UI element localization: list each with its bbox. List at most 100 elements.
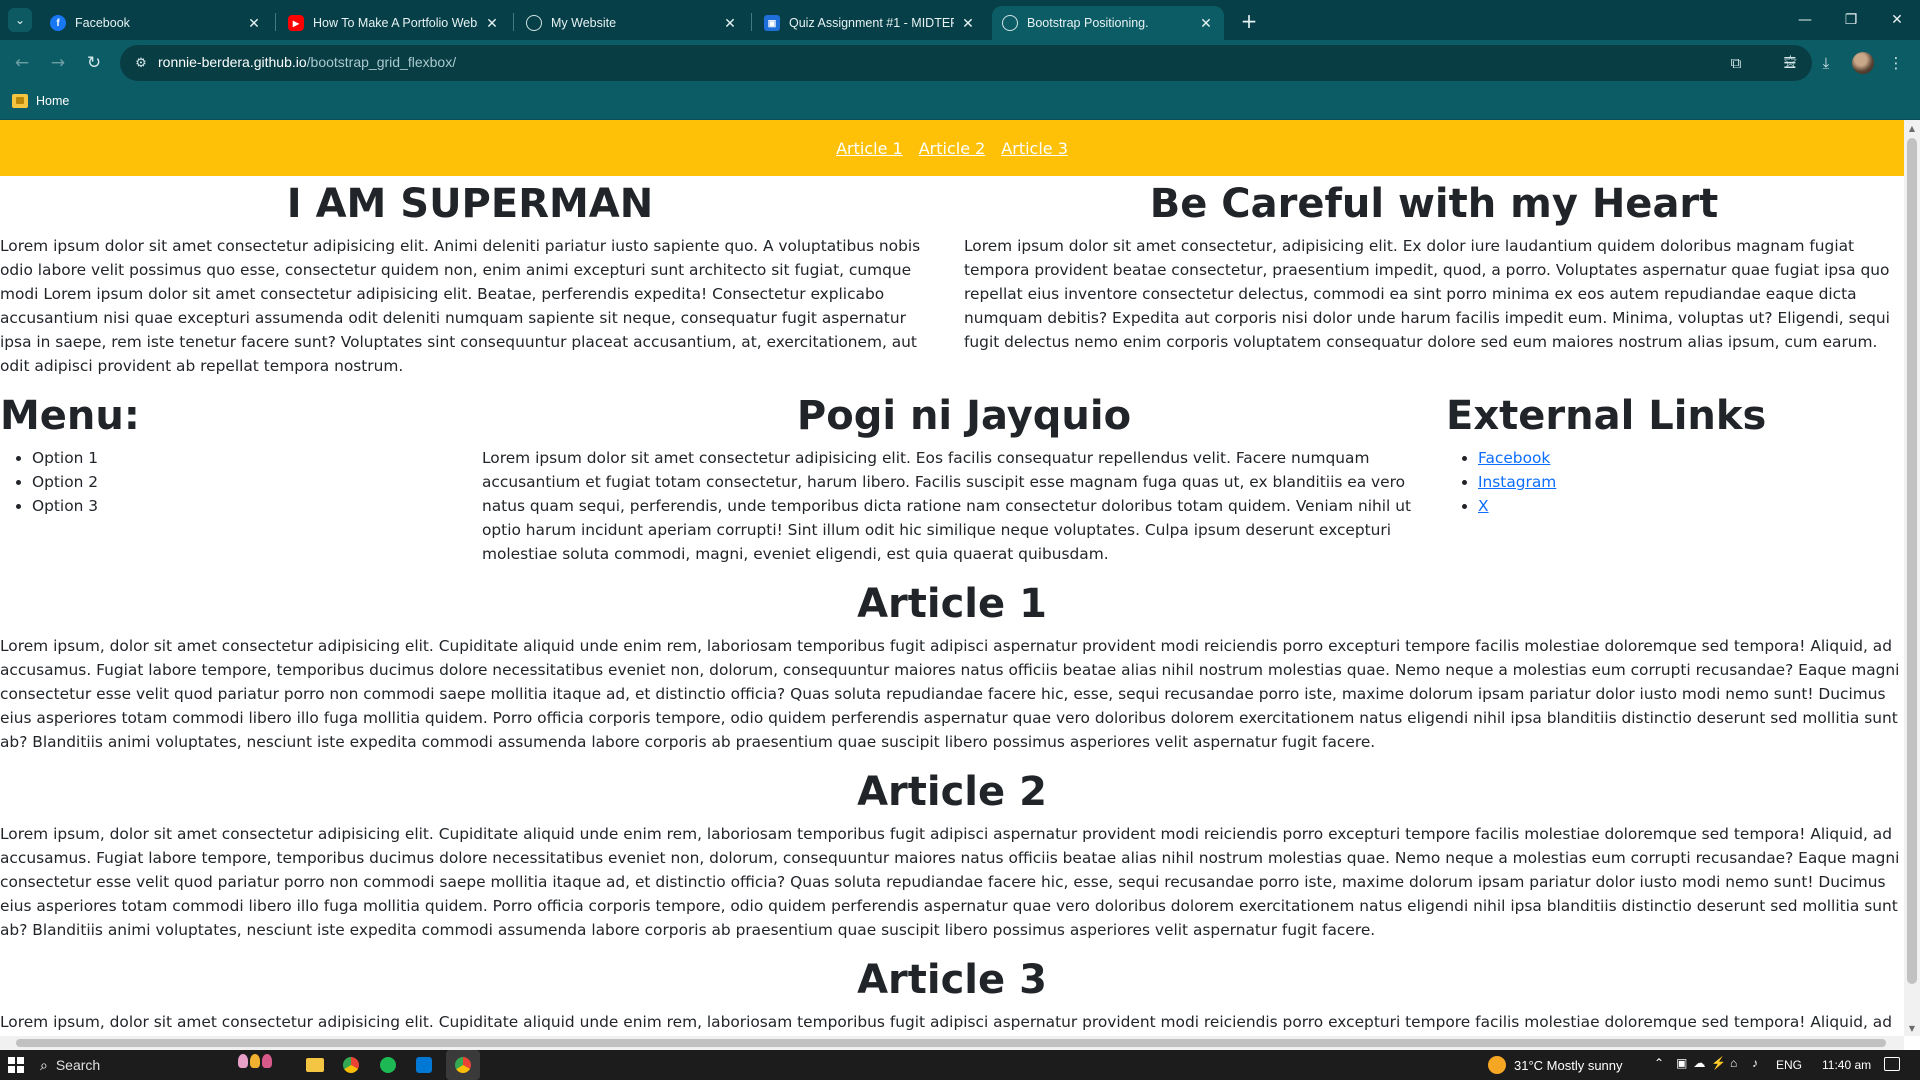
intro-row: I AM SUPERMAN Lorem ipsum dolor sit amet… [0, 176, 1904, 378]
close-tab-icon[interactable]: ✕ [484, 15, 500, 32]
sun-cloud-icon [1488, 1056, 1506, 1074]
address-bar[interactable]: ⚙ ronnie-berdera.github.io/bootstrap_gri… [120, 45, 1812, 81]
tab-facebook[interactable]: f Facebook ✕ [40, 6, 272, 40]
superman-text: Lorem ipsum dolor sit amet consectetur a… [0, 237, 921, 375]
network-icon[interactable]: ⌂ [1730, 1056, 1737, 1070]
chrome-icon[interactable] [343, 1057, 359, 1073]
spotify-icon[interactable] [380, 1057, 396, 1073]
clock[interactable]: 11:40 am [1822, 1058, 1871, 1072]
back-icon[interactable]: ← [8, 49, 36, 77]
file-explorer-icon[interactable] [306, 1058, 324, 1072]
menu-section: Menu: Option 1 Option 2 Option 3 [0, 388, 482, 566]
language-indicator[interactable]: ENG [1776, 1058, 1802, 1072]
facebook-icon: f [50, 15, 66, 31]
volume-icon[interactable]: ♪ [1752, 1056, 1758, 1070]
horizontal-scrollbar[interactable] [0, 1036, 1904, 1050]
browser-toolbar: ← → ↻ ⚙ ronnie-berdera.github.io/bootstr… [0, 40, 1920, 86]
restore-icon[interactable]: ❐ [1828, 6, 1874, 34]
close-tab-icon[interactable]: ✕ [722, 15, 738, 32]
facebook-link[interactable]: Facebook [1478, 449, 1550, 467]
notification-icon[interactable] [1884, 1057, 1900, 1071]
media-control-icon[interactable]: ☰ [1776, 49, 1804, 77]
tab-divider [751, 13, 752, 31]
tab-title: How To Make A Portfolio Websi [313, 16, 478, 30]
scroll-up-icon[interactable]: ▲ [1904, 120, 1920, 136]
close-tab-icon[interactable]: ✕ [246, 15, 262, 32]
close-tab-icon[interactable]: ✕ [1198, 15, 1214, 32]
extensions-icon[interactable]: ⧉ [1722, 49, 1750, 77]
article-title: Article 2 [857, 769, 1047, 815]
bookmarks-bar: Home [0, 86, 1920, 120]
external-link-item: X [1478, 494, 1904, 518]
heart-text: Lorem ipsum dolor sit amet consectetur, … [964, 237, 1890, 351]
url-host: ronnie-berdera.github.io [158, 54, 307, 70]
article-text: Lorem ipsum, dolor sit amet consectetur … [0, 637, 1900, 751]
chrome-active-icon[interactable] [446, 1050, 480, 1080]
menu-kebab-icon[interactable]: ⋮ [1882, 49, 1910, 77]
article-3: Article 3 Lorem ipsum, dolor sit amet co… [0, 956, 1904, 1036]
tulip-widget-icon[interactable] [238, 1054, 288, 1078]
nav-link-article-1[interactable]: Article 1 [836, 139, 903, 158]
bookmark-home-label: Home [36, 94, 70, 108]
tab-title: Facebook [75, 16, 130, 30]
forward-icon[interactable]: → [44, 49, 72, 77]
bookmark-home[interactable]: Home [12, 94, 69, 108]
scroll-down-icon[interactable]: ▼ [1904, 1020, 1920, 1036]
article-title: Article 3 [857, 957, 1047, 1003]
nav-link-article-2[interactable]: Article 2 [919, 139, 986, 158]
x-link[interactable]: X [1478, 497, 1489, 515]
external-links-title: External Links [1446, 393, 1767, 439]
top-nav: Article 1 Article 2 Article 3 [0, 120, 1904, 176]
weather-widget[interactable]: 31°C Mostly sunny [1488, 1056, 1623, 1074]
tab-divider [275, 13, 276, 31]
globe-icon [1002, 15, 1018, 31]
tray-icons[interactable]: ▣☁⚡ [1676, 1056, 1732, 1070]
scrollbar-thumb[interactable] [16, 1039, 1886, 1047]
vscode-icon[interactable] [416, 1057, 432, 1073]
tab-quiz-assignment[interactable]: ▣ Quiz Assignment #1 - MIDTERM ✕ [754, 6, 986, 40]
classroom-icon: ▣ [764, 15, 780, 31]
menu-list: Option 1 Option 2 Option 3 [0, 446, 482, 518]
menu-option: Option 1 [32, 446, 482, 470]
scrollbar-thumb[interactable] [1907, 138, 1917, 984]
url-text: ronnie-berdera.github.io/bootstrap_grid_… [158, 54, 456, 70]
heart-section: Be Careful with my Heart Lorem ipsum dol… [952, 176, 1904, 378]
new-tab-button[interactable]: + [1236, 8, 1262, 34]
tab-title: Bootstrap Positioning. [1027, 16, 1149, 30]
close-tab-icon[interactable]: ✕ [960, 15, 976, 32]
vertical-scrollbar[interactable]: ▲ ▼ [1904, 120, 1920, 1036]
search-icon: ⌕ [40, 1056, 48, 1073]
tab-title: Quiz Assignment #1 - MIDTERM [789, 16, 954, 30]
tab-bootstrap-positioning[interactable]: Bootstrap Positioning. ✕ [992, 6, 1224, 40]
windows-start-icon[interactable] [8, 1057, 24, 1073]
taskbar: ⌕ Search 31°C Mostly sunny ⌃ ▣☁⚡ ⌂ ♪ ENG… [0, 1050, 1920, 1080]
browser-tab-bar: ⌄ f Facebook ✕ ▶ How To Make A Portfolio… [0, 0, 1920, 40]
article-1: Article 1 Lorem ipsum, dolor sit amet co… [0, 580, 1904, 754]
superman-title: I AM SUPERMAN [286, 181, 654, 227]
external-links-list: Facebook Instagram X [1446, 446, 1904, 518]
minimize-icon[interactable]: — [1782, 6, 1828, 34]
pogi-title: Pogi ni Jayquio [796, 393, 1132, 439]
menu-option: Option 3 [32, 494, 482, 518]
tab-my-website[interactable]: My Website ✕ [516, 6, 748, 40]
download-icon[interactable]: ⤓ [1812, 49, 1840, 77]
profile-avatar[interactable] [1852, 52, 1874, 74]
taskbar-search-label: Search [55, 1057, 101, 1073]
tab-youtube[interactable]: ▶ How To Make A Portfolio Websi ✕ [278, 6, 510, 40]
pogi-text: Lorem ipsum dolor sit amet consectetur a… [482, 449, 1411, 563]
close-window-icon[interactable]: ✕ [1874, 6, 1920, 34]
site-info-icon[interactable]: ⚙ [132, 54, 150, 72]
heart-title: Be Careful with my Heart [1149, 181, 1719, 227]
taskbar-search[interactable]: ⌕ Search [40, 1052, 230, 1078]
instagram-link[interactable]: Instagram [1478, 473, 1556, 491]
tab-divider [513, 13, 514, 31]
weather-text: 31°C Mostly sunny [1514, 1057, 1623, 1073]
external-link-item: Facebook [1478, 446, 1904, 470]
external-links-section: External Links Facebook Instagram X [1446, 388, 1904, 566]
tray-chevron-icon[interactable]: ⌃ [1654, 1056, 1664, 1070]
youtube-icon: ▶ [288, 15, 304, 31]
nav-link-article-3[interactable]: Article 3 [1001, 139, 1068, 158]
tab-search-chevron-icon[interactable]: ⌄ [8, 8, 32, 32]
article-text: Lorem ipsum, dolor sit amet consectetur … [0, 1013, 1892, 1031]
reload-icon[interactable]: ↻ [80, 49, 108, 77]
